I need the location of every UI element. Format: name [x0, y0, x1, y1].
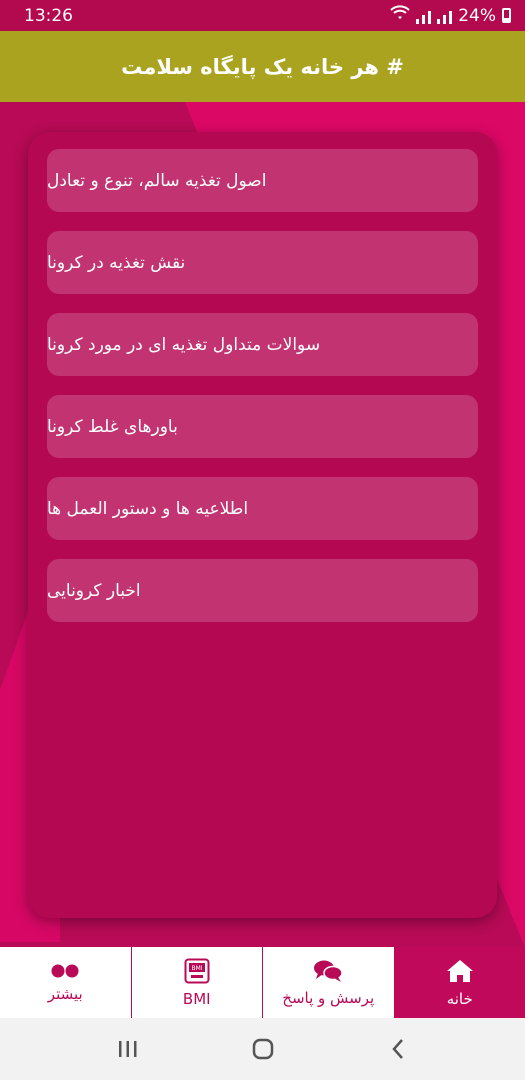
svg-text:BMI: BMI: [191, 965, 202, 972]
tab-label: بیشتر: [47, 984, 83, 1003]
tab-label: خانه: [446, 989, 473, 1008]
page-title: # هر خانه یک پایگاه سلامت: [121, 54, 404, 79]
status-bar: 13:26 24%: [0, 0, 525, 31]
menu-item-announcements[interactable]: اطلاعیه ها و دستور العمل ها: [47, 477, 478, 540]
battery-icon: [502, 8, 511, 23]
tab-label: پرسش و پاسخ: [282, 988, 375, 1007]
menu-item-nutrition-corona[interactable]: نقش تغذیه در کرونا: [47, 231, 478, 294]
dots-icon: [50, 963, 80, 979]
tab-bmi[interactable]: BMI BMI: [132, 947, 263, 1018]
wifi-icon: [390, 5, 410, 26]
status-indicators: 24%: [390, 5, 511, 26]
signal-icon-2: [437, 8, 453, 24]
bmi-scale-icon: BMI: [184, 958, 210, 984]
chat-bubbles-icon: [313, 959, 343, 983]
header: # هر خانه یک پایگاه سلامت: [0, 31, 525, 102]
signal-icon: [416, 8, 432, 24]
menu-item-news[interactable]: اخبار کرونایی: [47, 559, 478, 622]
menu-item-healthy-nutrition[interactable]: اصول تغذیه سالم، تنوع و تعادل: [47, 149, 478, 212]
status-time: 13:26: [24, 5, 73, 26]
menu-item-faq[interactable]: سوالات متداول تغذیه ای در مورد کرونا: [47, 313, 478, 376]
menu-list: اصول تغذیه سالم، تنوع و تعادل نقش تغذیه …: [47, 149, 478, 622]
home-button[interactable]: [248, 1034, 278, 1064]
home-icon: [445, 958, 475, 984]
menu-card: اصول تغذیه سالم، تنوع و تعادل نقش تغذیه …: [28, 132, 497, 918]
tab-label: BMI: [182, 989, 211, 1008]
battery-percent: 24%: [458, 5, 496, 26]
back-button[interactable]: [383, 1034, 413, 1064]
menu-item-myths[interactable]: باورهای غلط کرونا: [47, 395, 478, 458]
tab-more[interactable]: بیشتر: [0, 947, 132, 1018]
bottom-nav: بیشتر BMI BMI پرسش و پاسخ خانه: [0, 947, 525, 1018]
system-nav-bar: [0, 1018, 525, 1080]
tab-home[interactable]: خانه: [394, 947, 525, 1018]
recent-apps-button[interactable]: [113, 1034, 143, 1064]
tab-qa[interactable]: پرسش و پاسخ: [263, 947, 395, 1018]
